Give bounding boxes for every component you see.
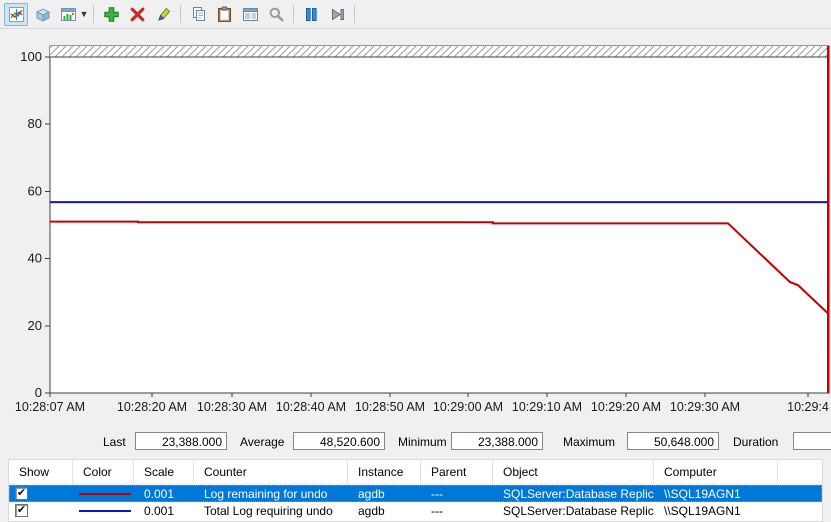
column-header-parent[interactable]: Parent xyxy=(421,460,493,484)
column-header-instance[interactable]: Instance xyxy=(348,460,421,484)
computer-cell: \\SQL19AGN1 xyxy=(664,503,741,518)
average-label: Average xyxy=(240,435,285,449)
svg-text:10:28:30 AM: 10:28:30 AM xyxy=(197,400,267,414)
counter-cell: Total Log requiring undo xyxy=(204,503,333,518)
last-label: Last xyxy=(103,435,126,449)
checkmark-icon: ✔ xyxy=(16,504,27,516)
freeze-display-button[interactable] xyxy=(299,3,323,26)
paste-counter-list-icon xyxy=(217,6,231,22)
svg-text:10:29:30 AM: 10:29:30 AM xyxy=(670,400,740,414)
toolbar-separator xyxy=(180,5,181,23)
scale-cell: 0.001 xyxy=(144,486,175,501)
counter-cell: Log remaining for undo xyxy=(204,486,328,501)
duration-value xyxy=(793,432,831,450)
svg-text:10:29:00 AM: 10:29:00 AM xyxy=(433,400,503,414)
column-header-show[interactable]: Show xyxy=(9,460,73,484)
show-checkbox-cell: ✔ xyxy=(9,487,73,500)
highlight-icon xyxy=(157,7,170,21)
svg-text:40: 40 xyxy=(28,251,42,266)
paste-counter-list-button[interactable] xyxy=(212,3,236,26)
svg-text:0: 0 xyxy=(35,385,42,400)
report-view-icon xyxy=(60,7,76,21)
column-header-filler xyxy=(778,460,822,484)
color-cell xyxy=(73,509,134,512)
maximum-value: 50,648.000 xyxy=(627,432,719,450)
column-header-color[interactable]: Color xyxy=(73,460,134,484)
delete-counter-button[interactable] xyxy=(125,3,149,26)
chart-type-dropdown-icon[interactable]: ▼ xyxy=(79,9,89,19)
show-checkbox-cell: ✔ xyxy=(9,504,73,517)
properties-button[interactable] xyxy=(238,3,262,26)
toolbar: ▼ xyxy=(0,0,831,29)
add-counter-button[interactable] xyxy=(99,3,123,26)
instance-cell: agdb xyxy=(358,503,385,518)
column-header-computer[interactable]: Computer xyxy=(654,460,778,484)
svg-text:10:28:50 AM: 10:28:50 AM xyxy=(355,400,425,414)
show-checkbox[interactable]: ✔ xyxy=(15,504,28,517)
zoom-button[interactable] xyxy=(264,3,288,26)
svg-text:10:28:07 AM: 10:28:07 AM xyxy=(15,400,85,414)
svg-text:10:29:4: 10:29:4 xyxy=(787,400,829,414)
update-data-button[interactable] xyxy=(325,3,349,26)
maximum-label: Maximum xyxy=(563,435,616,449)
svg-text:20: 20 xyxy=(28,318,42,333)
computer-cell: \\SQL19AGN1 xyxy=(664,486,741,501)
counter-row-1[interactable]: ✔ 0.001 Log remaining for undo agdb --- … xyxy=(9,485,822,502)
zoom-icon xyxy=(269,7,283,21)
show-checkbox[interactable]: ✔ xyxy=(15,487,28,500)
histogram-view-icon xyxy=(35,7,50,22)
update-data-icon xyxy=(331,8,344,20)
copy-properties-button[interactable] xyxy=(186,3,210,26)
highlight-button[interactable] xyxy=(151,3,175,26)
toolbar-separator xyxy=(93,5,94,23)
delete-counter-icon xyxy=(130,7,144,21)
view-histogram-button[interactable] xyxy=(30,3,54,26)
svg-text:10:28:40 AM: 10:28:40 AM xyxy=(276,400,346,414)
toolbar-separator xyxy=(293,5,294,23)
object-cell: SQLServer:Database Replica xyxy=(503,503,654,518)
color-cell xyxy=(73,492,134,495)
duration-label: Duration xyxy=(733,435,779,449)
checkmark-icon: ✔ xyxy=(16,487,27,499)
counter-row-2[interactable]: ✔ 0.001 Total Log requiring undo agdb --… xyxy=(9,502,822,519)
last-value: 23,388.000 xyxy=(135,432,227,450)
svg-text:10:29:10 AM: 10:29:10 AM xyxy=(512,400,582,414)
series-color-swatch xyxy=(79,509,131,512)
properties-icon xyxy=(242,7,258,21)
toolbar-separator xyxy=(354,5,355,23)
svg-text:100: 100 xyxy=(20,49,42,64)
svg-text:80: 80 xyxy=(28,116,42,131)
scale-cell: 0.001 xyxy=(144,503,175,518)
line-chart-view-icon xyxy=(8,6,24,22)
parent-cell: --- xyxy=(431,503,443,518)
performance-chart: 100 80 60 40 20 010:28:07 AM 10:28:20 AM 10:28:… xyxy=(15,45,830,414)
legend-header-row: Show Color Scale Counter Instance Parent… xyxy=(9,460,822,485)
object-cell: SQLServer:Database Replica xyxy=(503,486,654,501)
view-report-button[interactable] xyxy=(56,3,80,26)
svg-text:10:28:20 AM: 10:28:20 AM xyxy=(117,400,187,414)
minimum-label: Minimum xyxy=(398,435,447,449)
copy-properties-icon xyxy=(192,6,205,21)
stats-bar: Last 23,388.000 Average 48,520.600 Minim… xyxy=(0,431,831,455)
series-color-swatch xyxy=(79,492,131,495)
column-header-scale[interactable]: Scale xyxy=(134,460,194,484)
svg-text:60: 60 xyxy=(28,183,42,198)
column-header-object[interactable]: Object xyxy=(493,460,654,484)
average-value: 48,520.600 xyxy=(293,432,385,450)
freeze-display-icon xyxy=(305,7,317,21)
perfmon-window: { "toolbar": { "icons": [ {"name": "line… xyxy=(0,0,831,522)
instance-cell: agdb xyxy=(358,486,385,501)
svg-text:10:29:20 AM: 10:29:20 AM xyxy=(591,400,661,414)
minimum-value: 23,388.000 xyxy=(451,432,543,450)
parent-cell: --- xyxy=(431,486,443,501)
counter-legend: Show Color Scale Counter Instance Parent… xyxy=(8,459,823,522)
legend-body: ✔ 0.001 Log remaining for undo agdb --- … xyxy=(9,485,822,519)
view-chart-button[interactable] xyxy=(4,2,28,26)
column-header-counter[interactable]: Counter xyxy=(194,460,348,484)
add-counter-icon xyxy=(103,6,119,22)
